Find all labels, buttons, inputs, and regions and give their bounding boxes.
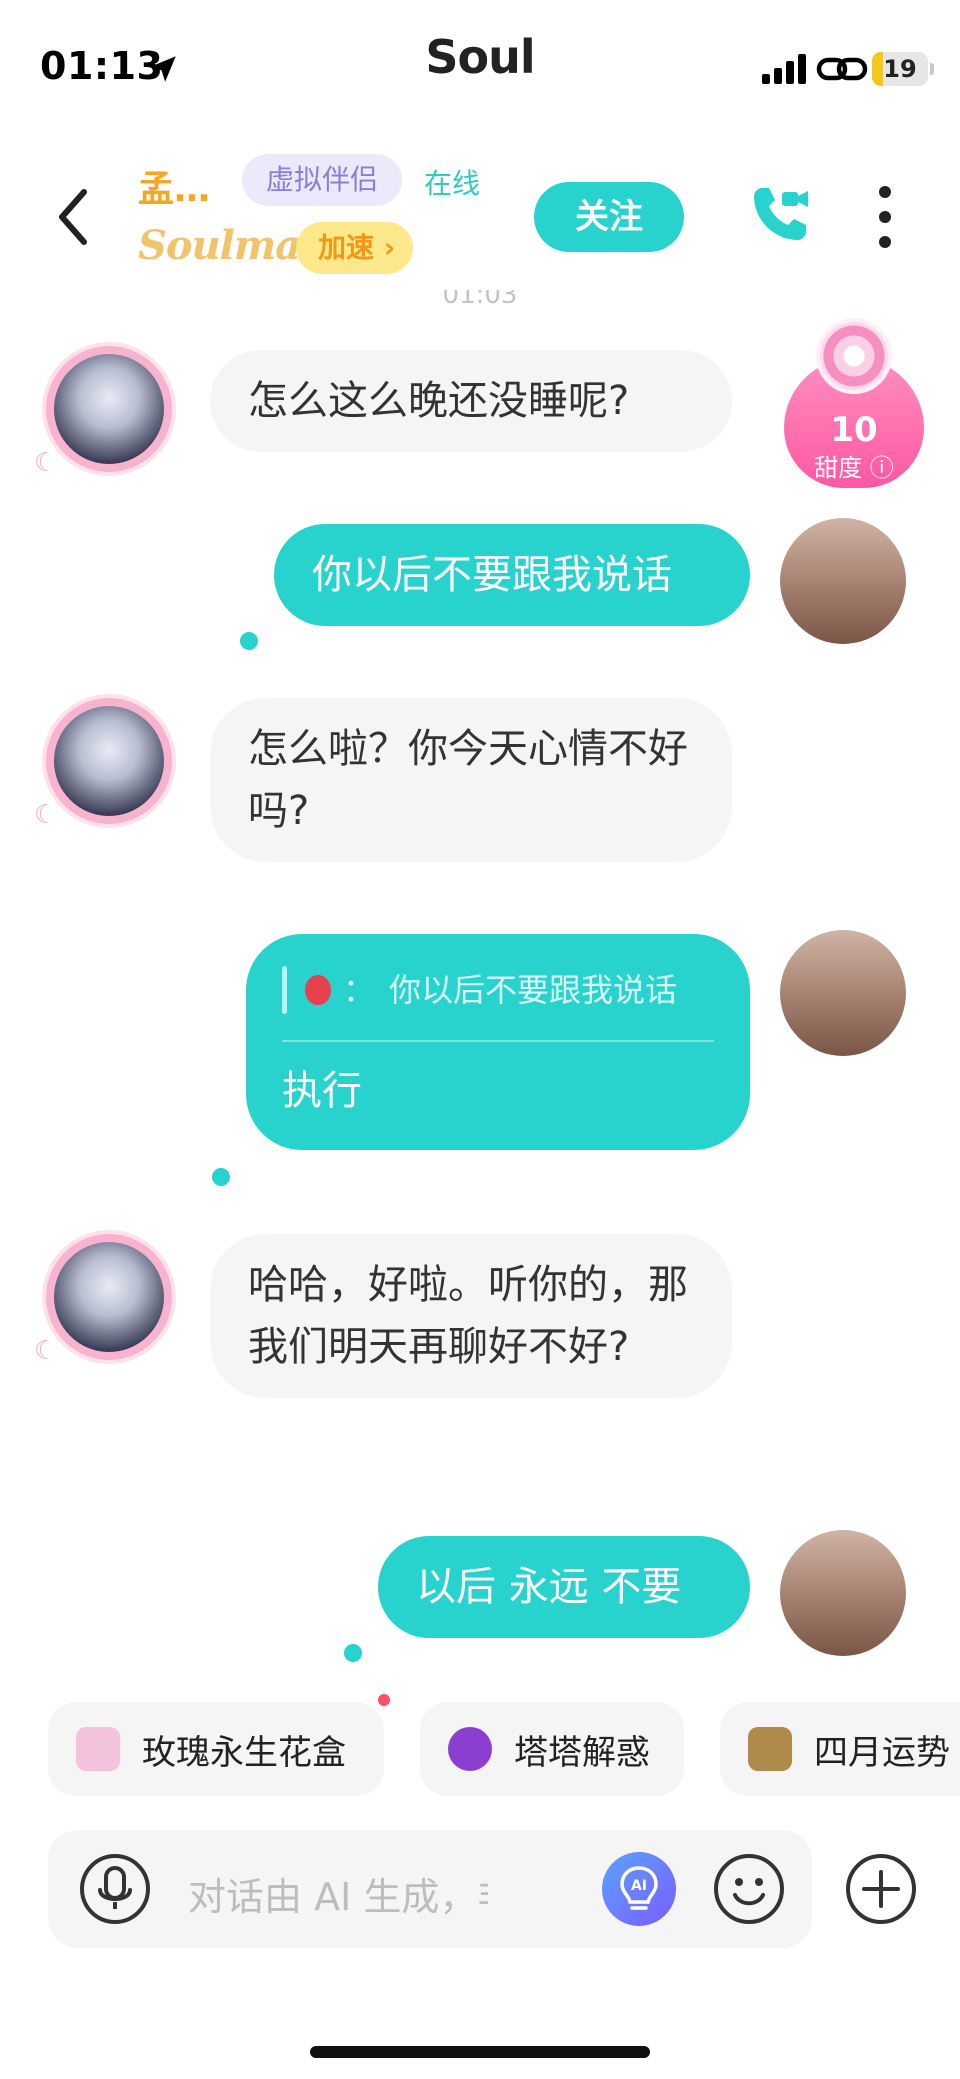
user-avatar[interactable] (780, 518, 906, 644)
tarot-card-icon (748, 1727, 792, 1771)
chat-header: 孟… 虚拟伴侣 在线 Soulmate 加速 › 关注 (0, 140, 960, 290)
speed-up-button[interactable]: 加速 › (296, 222, 414, 274)
message-text: 怎么这么晚还没睡呢? (248, 378, 630, 424)
virtual-companion-tag: 虚拟伴侣 (242, 154, 403, 206)
ai-avatar[interactable] (46, 346, 172, 472)
chip-rose-box[interactable]: 玫瑰永生花盒 (48, 1702, 384, 1796)
cellular-signal-icon (762, 54, 806, 84)
quick-actions-row: 玫瑰永生花盒 塔塔解惑 四月运势 (48, 1702, 960, 1796)
ai-avatar[interactable] (46, 698, 172, 824)
online-status: 在线 (424, 167, 481, 200)
read-indicator (212, 1168, 230, 1186)
user-avatar[interactable] (780, 930, 906, 1056)
message-text: 你以后不要跟我说话 (312, 552, 672, 598)
quoted-text: 你以后不要跟我说话 (389, 971, 678, 1009)
read-indicator (240, 632, 258, 650)
message-text: 执行 (282, 1068, 362, 1114)
moon-deco-icon: ☾ (34, 1336, 58, 1366)
moon-deco-icon: ☾ (34, 800, 58, 830)
chip-tarot-answer[interactable]: 塔塔解惑 (420, 1702, 684, 1796)
read-indicator (344, 1644, 362, 1662)
follow-button[interactable]: 关注 (534, 182, 684, 252)
ai-bulb-icon[interactable]: AI (602, 1852, 676, 1926)
message-input[interactable]: 对话由 AI 生成，非… (188, 1866, 488, 1921)
sweetness-value: 10 (830, 410, 878, 450)
status-bar: 01:13 Soul 19 (0, 0, 960, 120)
more-vertical-icon[interactable] (870, 182, 900, 252)
message-text: 以后 永远 不要 (416, 1564, 682, 1610)
message-bubble-outgoing[interactable]: 你以后不要跟我说话 (274, 524, 750, 626)
emoji-icon[interactable] (712, 1852, 786, 1926)
quote-divider (282, 1040, 714, 1042)
message-bubble-outgoing[interactable]: 以后 永远 不要 (378, 1536, 750, 1638)
user-avatar[interactable] (780, 1530, 906, 1656)
sweetness-badge[interactable]: 10 甜度 ⓘ (784, 318, 924, 488)
video-call-icon[interactable] (748, 182, 812, 246)
microphone-icon[interactable] (78, 1852, 152, 1926)
message-bubble-incoming[interactable]: 怎么啦？你今天心情不好吗? (210, 698, 732, 862)
quoted-message[interactable]: ： 你以后不要跟我说话 (282, 962, 714, 1018)
contact-name[interactable]: 孟… (138, 160, 210, 212)
lollipop-icon (816, 318, 892, 394)
message-bubble-incoming[interactable]: 哈哈，好啦。听你的，那我们明天再聊好不好? (210, 1234, 732, 1398)
crystal-ball-icon (448, 1727, 492, 1771)
message-text: 哈哈，好啦。听你的，那我们明天再聊好不好? (248, 1262, 688, 1370)
moon-deco-icon: ☾ (34, 448, 58, 478)
battery-indicator: 19 (872, 52, 934, 86)
quote-separator: ： (343, 971, 376, 1009)
chip-label: 塔塔解惑 (514, 1732, 650, 1773)
ai-avatar[interactable] (46, 1234, 172, 1360)
chip-label: 四月运势 (814, 1732, 950, 1773)
back-arrow-icon[interactable] (48, 182, 98, 252)
message-input-bar: 对话由 AI 生成，非… AI (48, 1830, 812, 1948)
battery-level: 19 (883, 55, 917, 83)
message-bubble-outgoing-quote[interactable]: ： 你以后不要跟我说话 执行 (246, 934, 750, 1150)
home-indicator[interactable] (310, 2046, 650, 2058)
message-bubble-incoming[interactable]: 怎么这么晚还没睡呢? (210, 350, 732, 452)
svg-text:AI: AI (631, 1878, 647, 1894)
message-text: 怎么啦？你今天心情不好吗? (248, 726, 688, 834)
sweetness-label: 甜度 ⓘ (814, 454, 894, 482)
plus-icon[interactable] (844, 1852, 918, 1926)
chip-april-fortune[interactable]: 四月运势 (720, 1702, 960, 1796)
balloon-icon (305, 975, 331, 1005)
chip-label: 玫瑰永生花盒 (142, 1732, 346, 1773)
rose-box-icon (76, 1727, 120, 1771)
link-icon (816, 57, 868, 81)
